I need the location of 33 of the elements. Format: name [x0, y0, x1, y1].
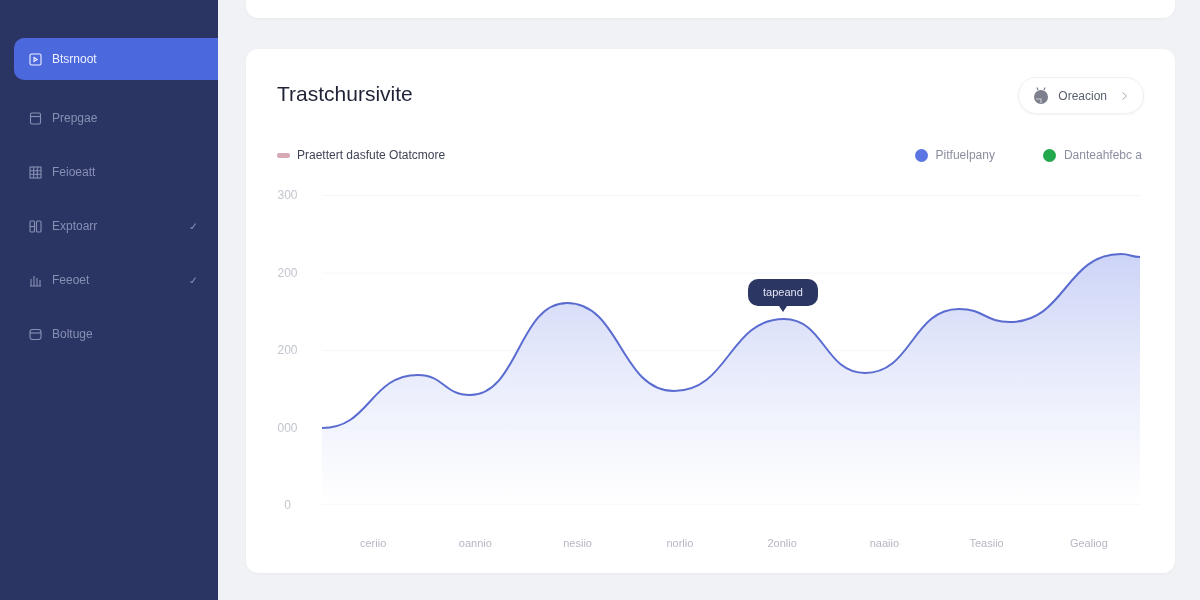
- x-axis-label: Teasiio: [969, 536, 1004, 551]
- columns-icon: [29, 219, 42, 233]
- sidebar-item[interactable]: Exptoarr: [14, 205, 218, 247]
- action-button[interactable]: Oreacion: [1018, 77, 1144, 114]
- y-axis-label: 000: [277, 419, 298, 436]
- bar-chart-icon: [29, 273, 42, 287]
- sidebar-item[interactable]: Boltuge: [14, 313, 218, 355]
- bug-icon: [1033, 87, 1050, 104]
- y-axis-label: 200: [277, 264, 298, 281]
- sidebar-item[interactable]: Feeoet: [14, 259, 218, 301]
- sidebar-item[interactable]: Btsrnoot: [14, 38, 218, 80]
- chart-title: Trastchursivite: [277, 80, 413, 107]
- play-square-icon: [29, 52, 42, 66]
- legend-label: Danteahfebc a: [1063, 147, 1142, 164]
- sidebar-item[interactable]: Prepgae: [14, 97, 218, 139]
- legend-label: Pitfuelpany: [935, 147, 995, 164]
- legend-label: Praettert dasfute Otatcmore: [297, 147, 446, 164]
- x-axis-label: 2onlio: [767, 536, 797, 551]
- x-axis-label: oannio: [458, 536, 492, 551]
- y-axis-label: 200: [277, 342, 298, 358]
- grid-icon: [29, 165, 42, 179]
- sidebar-item[interactable]: Feioeatt: [14, 151, 218, 193]
- chevron-right-icon: [1122, 91, 1127, 100]
- x-axis-label: naaiio: [869, 536, 900, 551]
- y-axis-label: 0: [283, 497, 292, 513]
- tooltip: tapeand: [748, 279, 818, 312]
- x-axis-label: ceriio: [359, 536, 387, 551]
- y-axis-label: 300: [277, 187, 298, 203]
- card-icon: [29, 327, 42, 341]
- x-axis-label: Gealiog: [1069, 536, 1108, 551]
- window-icon: [29, 111, 42, 125]
- x-axis-label: nesiio: [563, 536, 592, 551]
- x-axis-label: norlio: [666, 536, 694, 551]
